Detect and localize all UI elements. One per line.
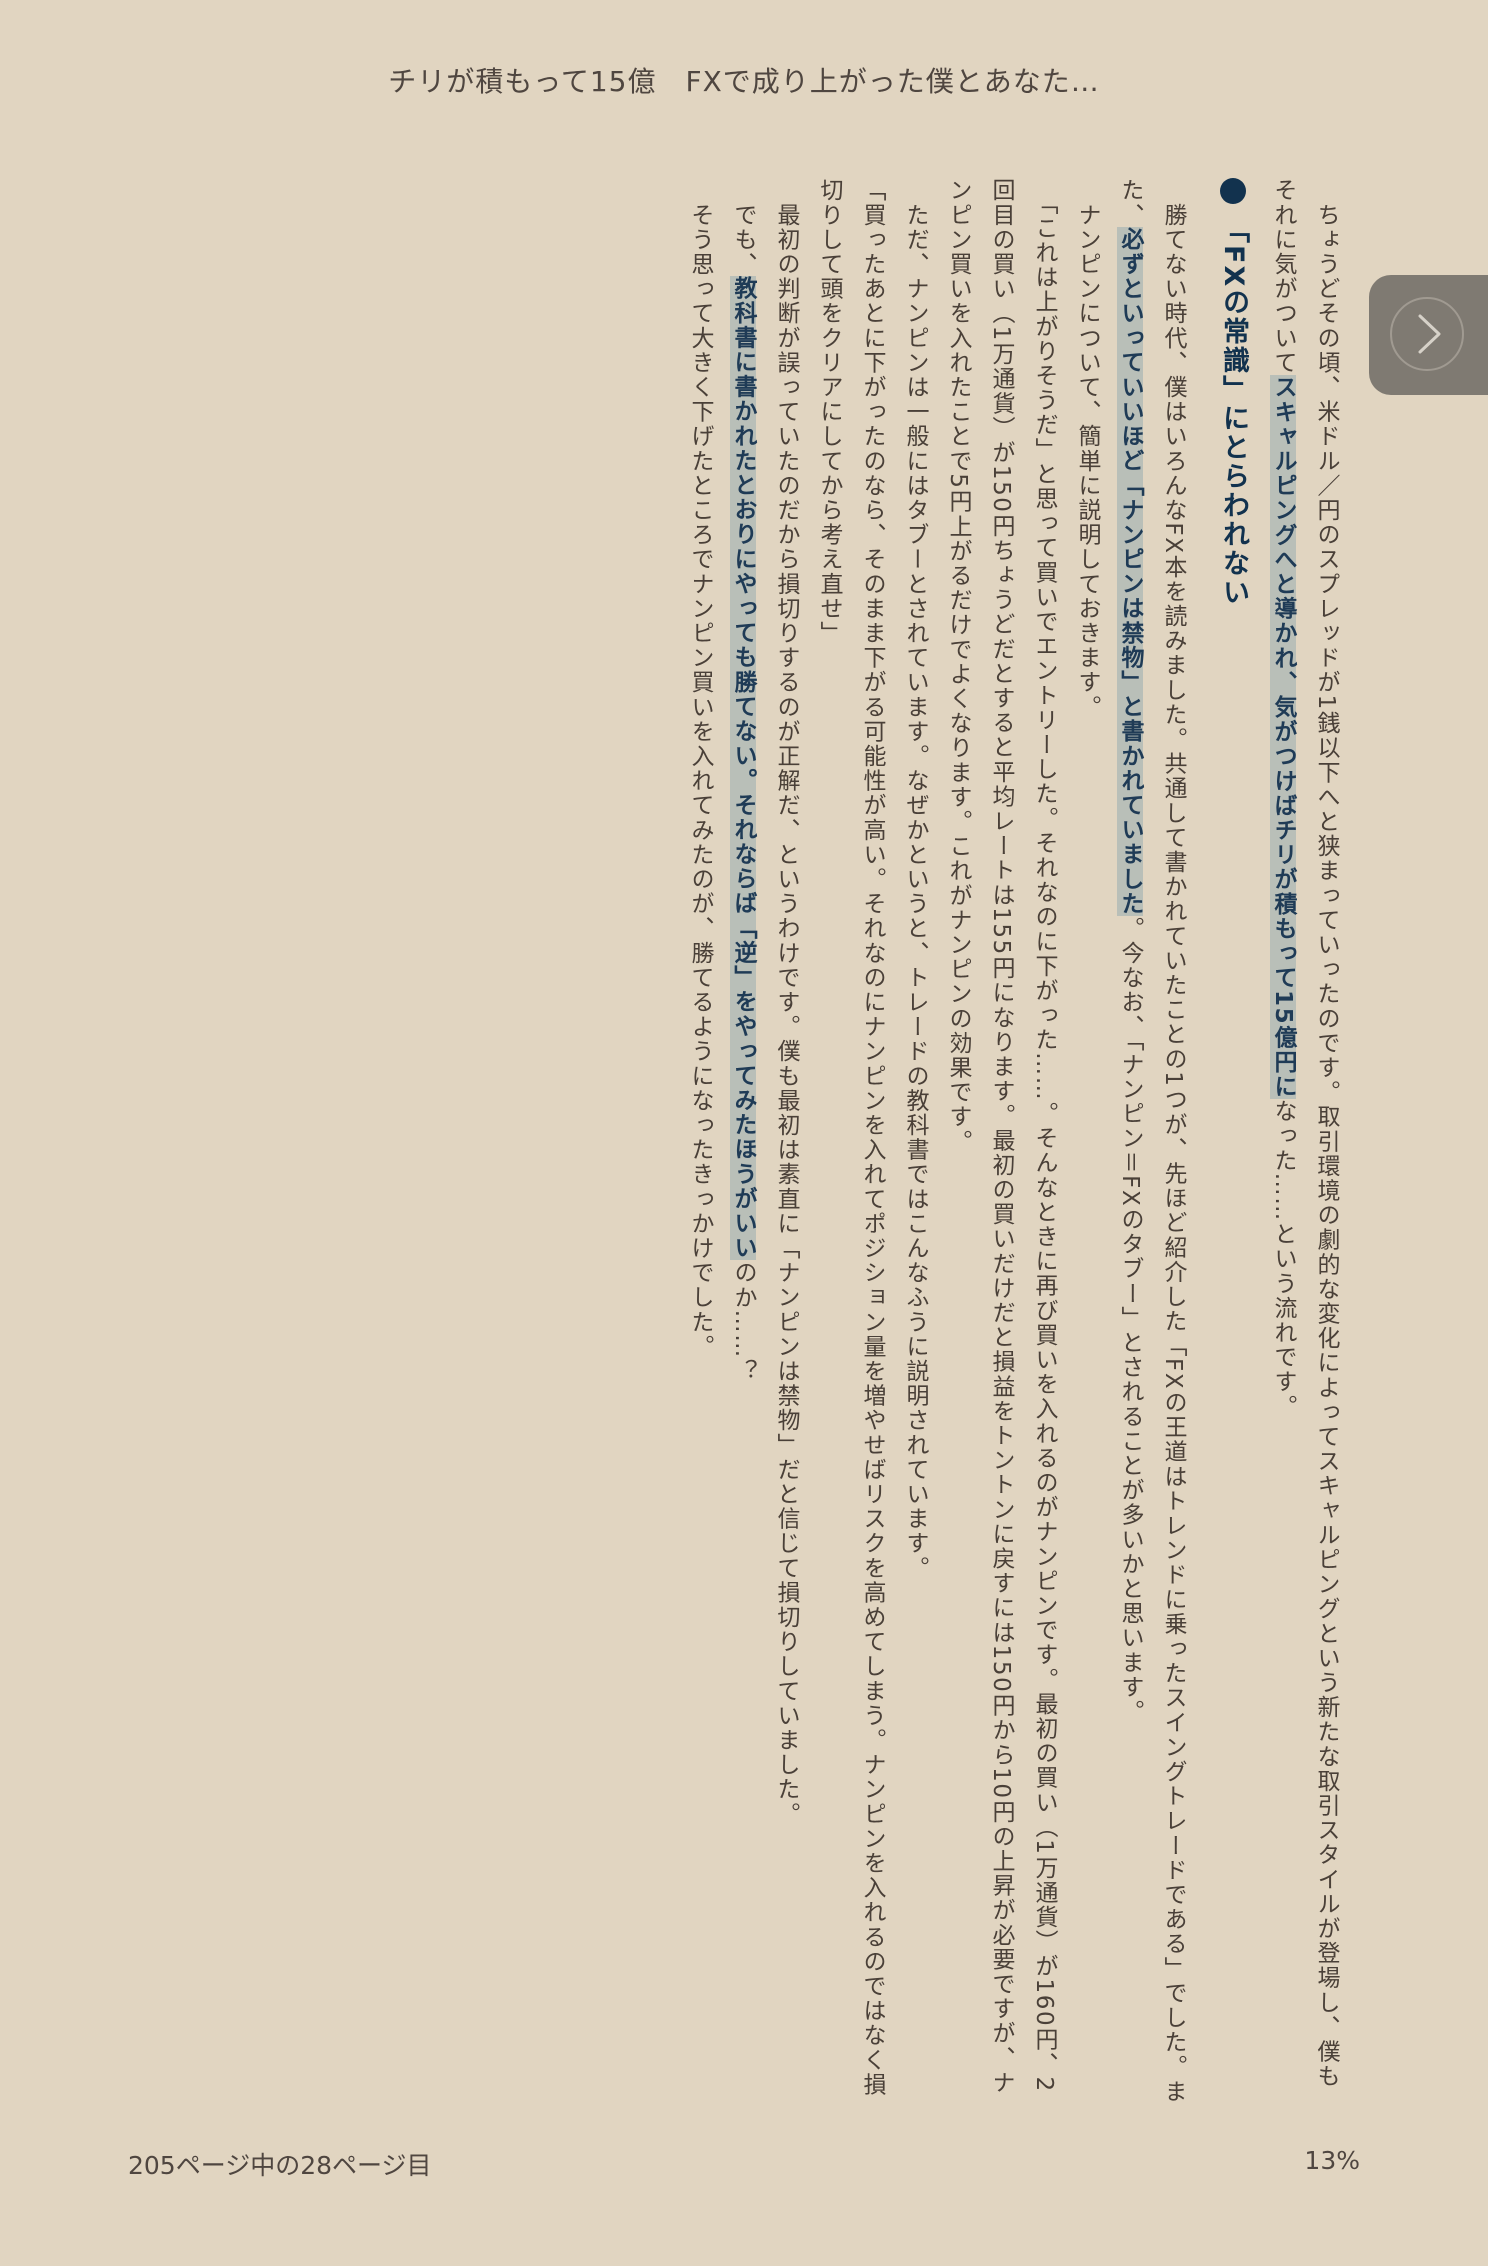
- paragraph-text: 「買ったあとに下がったのなら、そのまま下がる可能性が高い。それなのにナンピンを入…: [816, 178, 885, 2097]
- reading-progress-percent: 13%: [1304, 2146, 1360, 2175]
- bullet-icon: [1220, 178, 1246, 204]
- paragraph-text: そう思って大きく下げたところでナンピン買いを入れてみたのが、勝てるようになったき…: [687, 202, 713, 1359]
- section-heading-text: 「FXの常識」にとらわれない: [1218, 216, 1249, 608]
- paragraph-text: ナンピンについて、簡単に説明しておきます。: [1074, 202, 1100, 720]
- paragraph-text: のか……？: [730, 1260, 756, 1384]
- paragraph-text: 「これは上がりそうだ」と思って買いでエントリーした。それなのに下がった……。そん…: [945, 178, 1057, 2095]
- paragraph: 勝てない時代、僕はいろんなFX本を読みました。共通して書かれていたことの1つが、…: [1108, 178, 1194, 2108]
- book-title: チリが積もって15億 FXで成り上がった僕とあなた…: [388, 65, 1100, 98]
- paragraph: 「これは上がりそうだ」と思って買いでエントリーした。それなのに下がった……。そん…: [936, 178, 1065, 2108]
- chevron-right-icon: [1418, 314, 1441, 354]
- paragraph: 最初の判断が誤っていたのだから損切りするのが正解だ、というわけです。僕も最初は素…: [764, 178, 807, 2108]
- highlighted-text[interactable]: 必ずといっていいほど「ナンピンは禁物」と書かれていました: [1117, 227, 1143, 917]
- paragraph-text: ただ、ナンピンは一般にはタブーとされています。なぜかというと、トレードの教科書で…: [902, 202, 928, 1581]
- paragraph: ナンピンについて、簡単に説明しておきます。: [1065, 178, 1108, 2108]
- paragraph-text: 。今なお、「ナンピン＝FXのタブー」とされることが多いかと思います。: [1117, 916, 1143, 1724]
- paragraph-text: 最初の判断が誤っていたのだから損切りするのが正解だ、というわけです。僕も最初は素…: [773, 202, 799, 1827]
- highlighted-text[interactable]: 教科書に書かれたとおりにやっても勝てない。それならば「逆」をやってみたほうがいい: [730, 276, 756, 1261]
- paragraph-text: でも、: [730, 202, 756, 277]
- next-page-button[interactable]: [1369, 275, 1488, 395]
- paragraph: そう思って大きく下げたところでナンピン買いを入れてみたのが、勝てるようになったき…: [678, 178, 721, 2108]
- vertical-text-body: ちょうどその頃、米ドル／円のスプレッドが1銭以下へと狭まっていったのです。取引環…: [678, 178, 1347, 2108]
- page-position-indicator: 205ページ中の28ページ目: [128, 2151, 432, 2180]
- highlighted-text[interactable]: スキャルピングへと導かれ、気がつけばチリが積もって15億円に: [1270, 374, 1296, 1099]
- paragraph: ちょうどその頃、米ドル／円のスプレッドが1銭以下へと狭まっていったのです。取引環…: [1261, 178, 1347, 2108]
- paragraph: 「買ったあとに下がったのなら、そのまま下がる可能性が高い。それなのにナンピンを入…: [807, 178, 893, 2108]
- paragraph: でも、教科書に書かれたとおりにやっても勝てない。それならば「逆」をやってみたほう…: [721, 178, 764, 2108]
- paragraph: ただ、ナンピンは一般にはタブーとされています。なぜかというと、トレードの教科書で…: [893, 178, 936, 2108]
- paragraph-text: なった……という流れです。: [1270, 1098, 1296, 1419]
- section-heading: 「FXの常識」にとらわれない: [1212, 178, 1255, 2108]
